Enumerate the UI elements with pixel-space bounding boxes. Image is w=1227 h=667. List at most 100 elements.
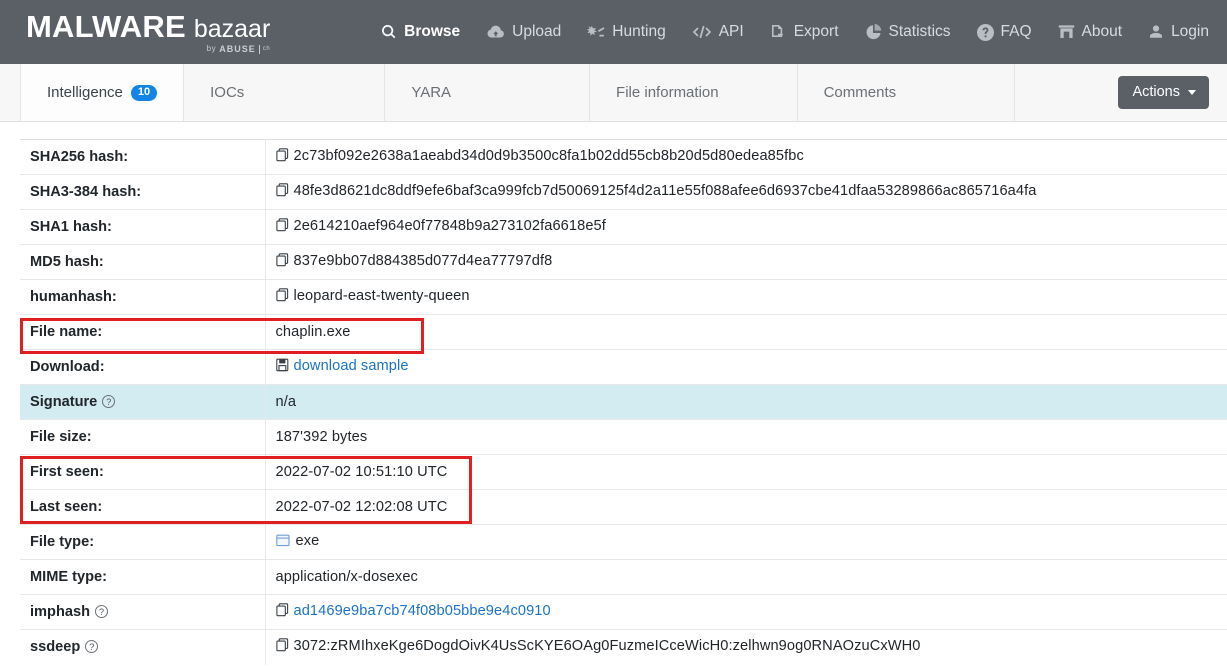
logo-secondary-text: bazaar [193,14,271,43]
cloud-upload-icon [486,24,505,40]
nav-item-hunting[interactable]: Hunting [587,23,666,41]
copy-icon[interactable] [275,288,289,306]
table-row: SHA3-384 hash: 48fe3d8621dc8ddf9efe6baf3c… [20,174,1227,210]
row-value: ad1469e9ba7cb74f08b05bbe9e4c0910 [265,594,1227,630]
row-value: n/a [265,384,1227,420]
row-label: MIME type: [20,559,266,595]
row-label: Download: [20,349,266,385]
table-row: SHA1 hash: 2e614210aef964e0f77848b9a27310… [20,209,1227,245]
table-row: SHA256 hash: 2c73bf092e2638a1aeabd34d0d9b… [20,139,1227,175]
save-disk-icon [275,358,289,376]
row-value-text: n/a [275,394,297,410]
row-label: ssdeep? [20,629,266,665]
copy-icon[interactable] [275,183,289,201]
row-value: 48fe3d8621dc8ddf9efe6baf3ca999fcb7d50069… [265,174,1227,210]
row-label: humanhash: [20,279,266,315]
row-value: leopard-east-twenty-queen [265,279,1227,315]
row-value: 187'392 bytes [265,419,1227,455]
nav-item-upload[interactable]: Upload [486,23,561,41]
code-icon [692,25,712,39]
row-value-link[interactable]: ad1469e9ba7cb74f08b05bbe9e4c0910 [294,603,551,619]
row-label-text: MIME type: [30,569,108,585]
row-value: 837e9bb07d884385d077d4ea77797df8 [265,244,1227,280]
row-value-text: 3072:zRMIhxeKge6DogdOivK4UsScKYE6OAg0Fuz… [293,638,921,655]
row-value-text: 2c73bf092e2638a1aeabd34d0d9b3500c8fa1b02… [293,148,804,164]
row-value-text: exe [295,533,320,549]
table-row: MD5 hash: 837e9bb07d884385d077d4ea77797df… [20,244,1227,280]
row-label: Signature? [20,384,266,420]
copy-icon[interactable] [275,148,289,166]
nav-item-about[interactable]: About [1058,23,1123,41]
row-label-text: humanhash: [30,289,117,305]
row-label-text: SHA3-384 hash: [30,184,142,200]
building-icon [1058,24,1075,40]
nav-label: Statistics [888,23,951,40]
actions-button-label: Actions [1132,84,1180,100]
row-value: 2e614210aef964e0f77848b9a273102fa6618e5f [265,209,1227,245]
help-icon[interactable]: ? [85,640,99,654]
nav-item-export[interactable]: Export [770,23,839,41]
row-label-text: Last seen: [30,499,103,515]
row-label-text: imphash [30,604,91,620]
copy-icon[interactable] [275,218,289,236]
row-value-link[interactable]: download sample [294,358,409,374]
logo-byline-divider [258,44,260,54]
nav-item-api[interactable]: API [692,23,744,41]
copy-icon[interactable] [275,603,289,621]
tab-file-information[interactable]: File information [589,64,798,121]
row-label-text: MD5 hash: [30,254,104,270]
tab-yara[interactable]: YARA [384,64,591,121]
row-value-text: 187'392 bytes [275,429,368,445]
nav-item-faq[interactable]: FAQ [976,23,1032,41]
row-value: download sample [265,349,1227,385]
tab-intelligence[interactable]: Intelligence 10 [20,64,185,121]
question-circle-icon [976,23,994,41]
intelligence-count-badge: 10 [130,84,158,101]
row-value-text: 2e614210aef964e0f77848b9a273102fa6618e5f [293,218,606,234]
nav-label: About [1081,23,1123,40]
file-information-panel: SHA256 hash: 2c73bf092e2638a1aeabd34d0d9b… [0,122,1227,665]
copy-icon[interactable] [275,638,289,656]
row-value-text: 2022-07-02 12:02:08 UTC [275,499,448,515]
row-value-text: chaplin.exe [275,324,351,340]
nav-item-statistics[interactable]: Statistics [865,23,951,41]
site-logo[interactable]: MALWARE bazaar by ABUSE ch [26,11,270,54]
table-row: imphash? ad1469e9ba7cb74f08b05bbe9e4c0910 [20,594,1227,630]
row-label: imphash? [20,594,266,630]
table-row: MIME type: application/x-dosexec [20,559,1227,595]
table-row: Signature? n/a [20,384,1227,420]
row-value-text: 2022-07-02 10:51:10 UTC [275,464,448,480]
file-information-table-body: SHA256 hash: 2c73bf092e2638a1aeabd34d0d9b… [20,139,1227,665]
tab-comments[interactable]: Comments [796,64,1016,121]
row-value: 2022-07-02 10:51:10 UTC [265,454,1227,490]
table-row: File name: chaplin.exe [20,314,1227,350]
tab-iocs[interactable]: IOCs [183,64,386,121]
help-icon[interactable]: ? [102,395,116,408]
row-value: exe [265,524,1227,560]
tab-label: YARA [411,84,452,101]
table-row: Download: download sample [20,349,1227,385]
row-value-text: 837e9bb07d884385d077d4ea77797df8 [293,253,553,269]
row-label: SHA3-384 hash: [20,174,266,210]
table-row: File type: exe [20,524,1227,560]
tab-label: Intelligence [47,84,123,101]
nav-label: Browse [404,23,461,40]
nav-item-login[interactable]: Login [1148,23,1209,41]
actions-button[interactable]: Actions [1118,76,1209,109]
chevron-down-icon [1188,89,1196,95]
row-label-text: SHA1 hash: [30,219,112,235]
nav-item-browse[interactable]: Browse [381,23,460,41]
row-label: File name: [20,314,266,350]
search-icon [381,24,397,40]
logo-byline-ch: ch [262,46,271,52]
nav-label: Export [793,23,839,40]
help-icon[interactable]: ? [95,605,109,618]
row-value: 2c73bf092e2638a1aeabd34d0d9b3500c8fa1b02… [265,139,1227,175]
copy-icon[interactable] [275,253,289,271]
pie-chart-icon [865,23,882,41]
actions-area: Actions [1014,64,1213,121]
row-label: SHA1 hash: [20,209,266,245]
table-row: humanhash: leopard-east-twenty-queen [20,279,1227,315]
nav-label: Login [1171,23,1209,40]
row-value: 3072:zRMIhxeKge6DogdOivK4UsScKYE6OAg0Fuz… [265,629,1227,665]
